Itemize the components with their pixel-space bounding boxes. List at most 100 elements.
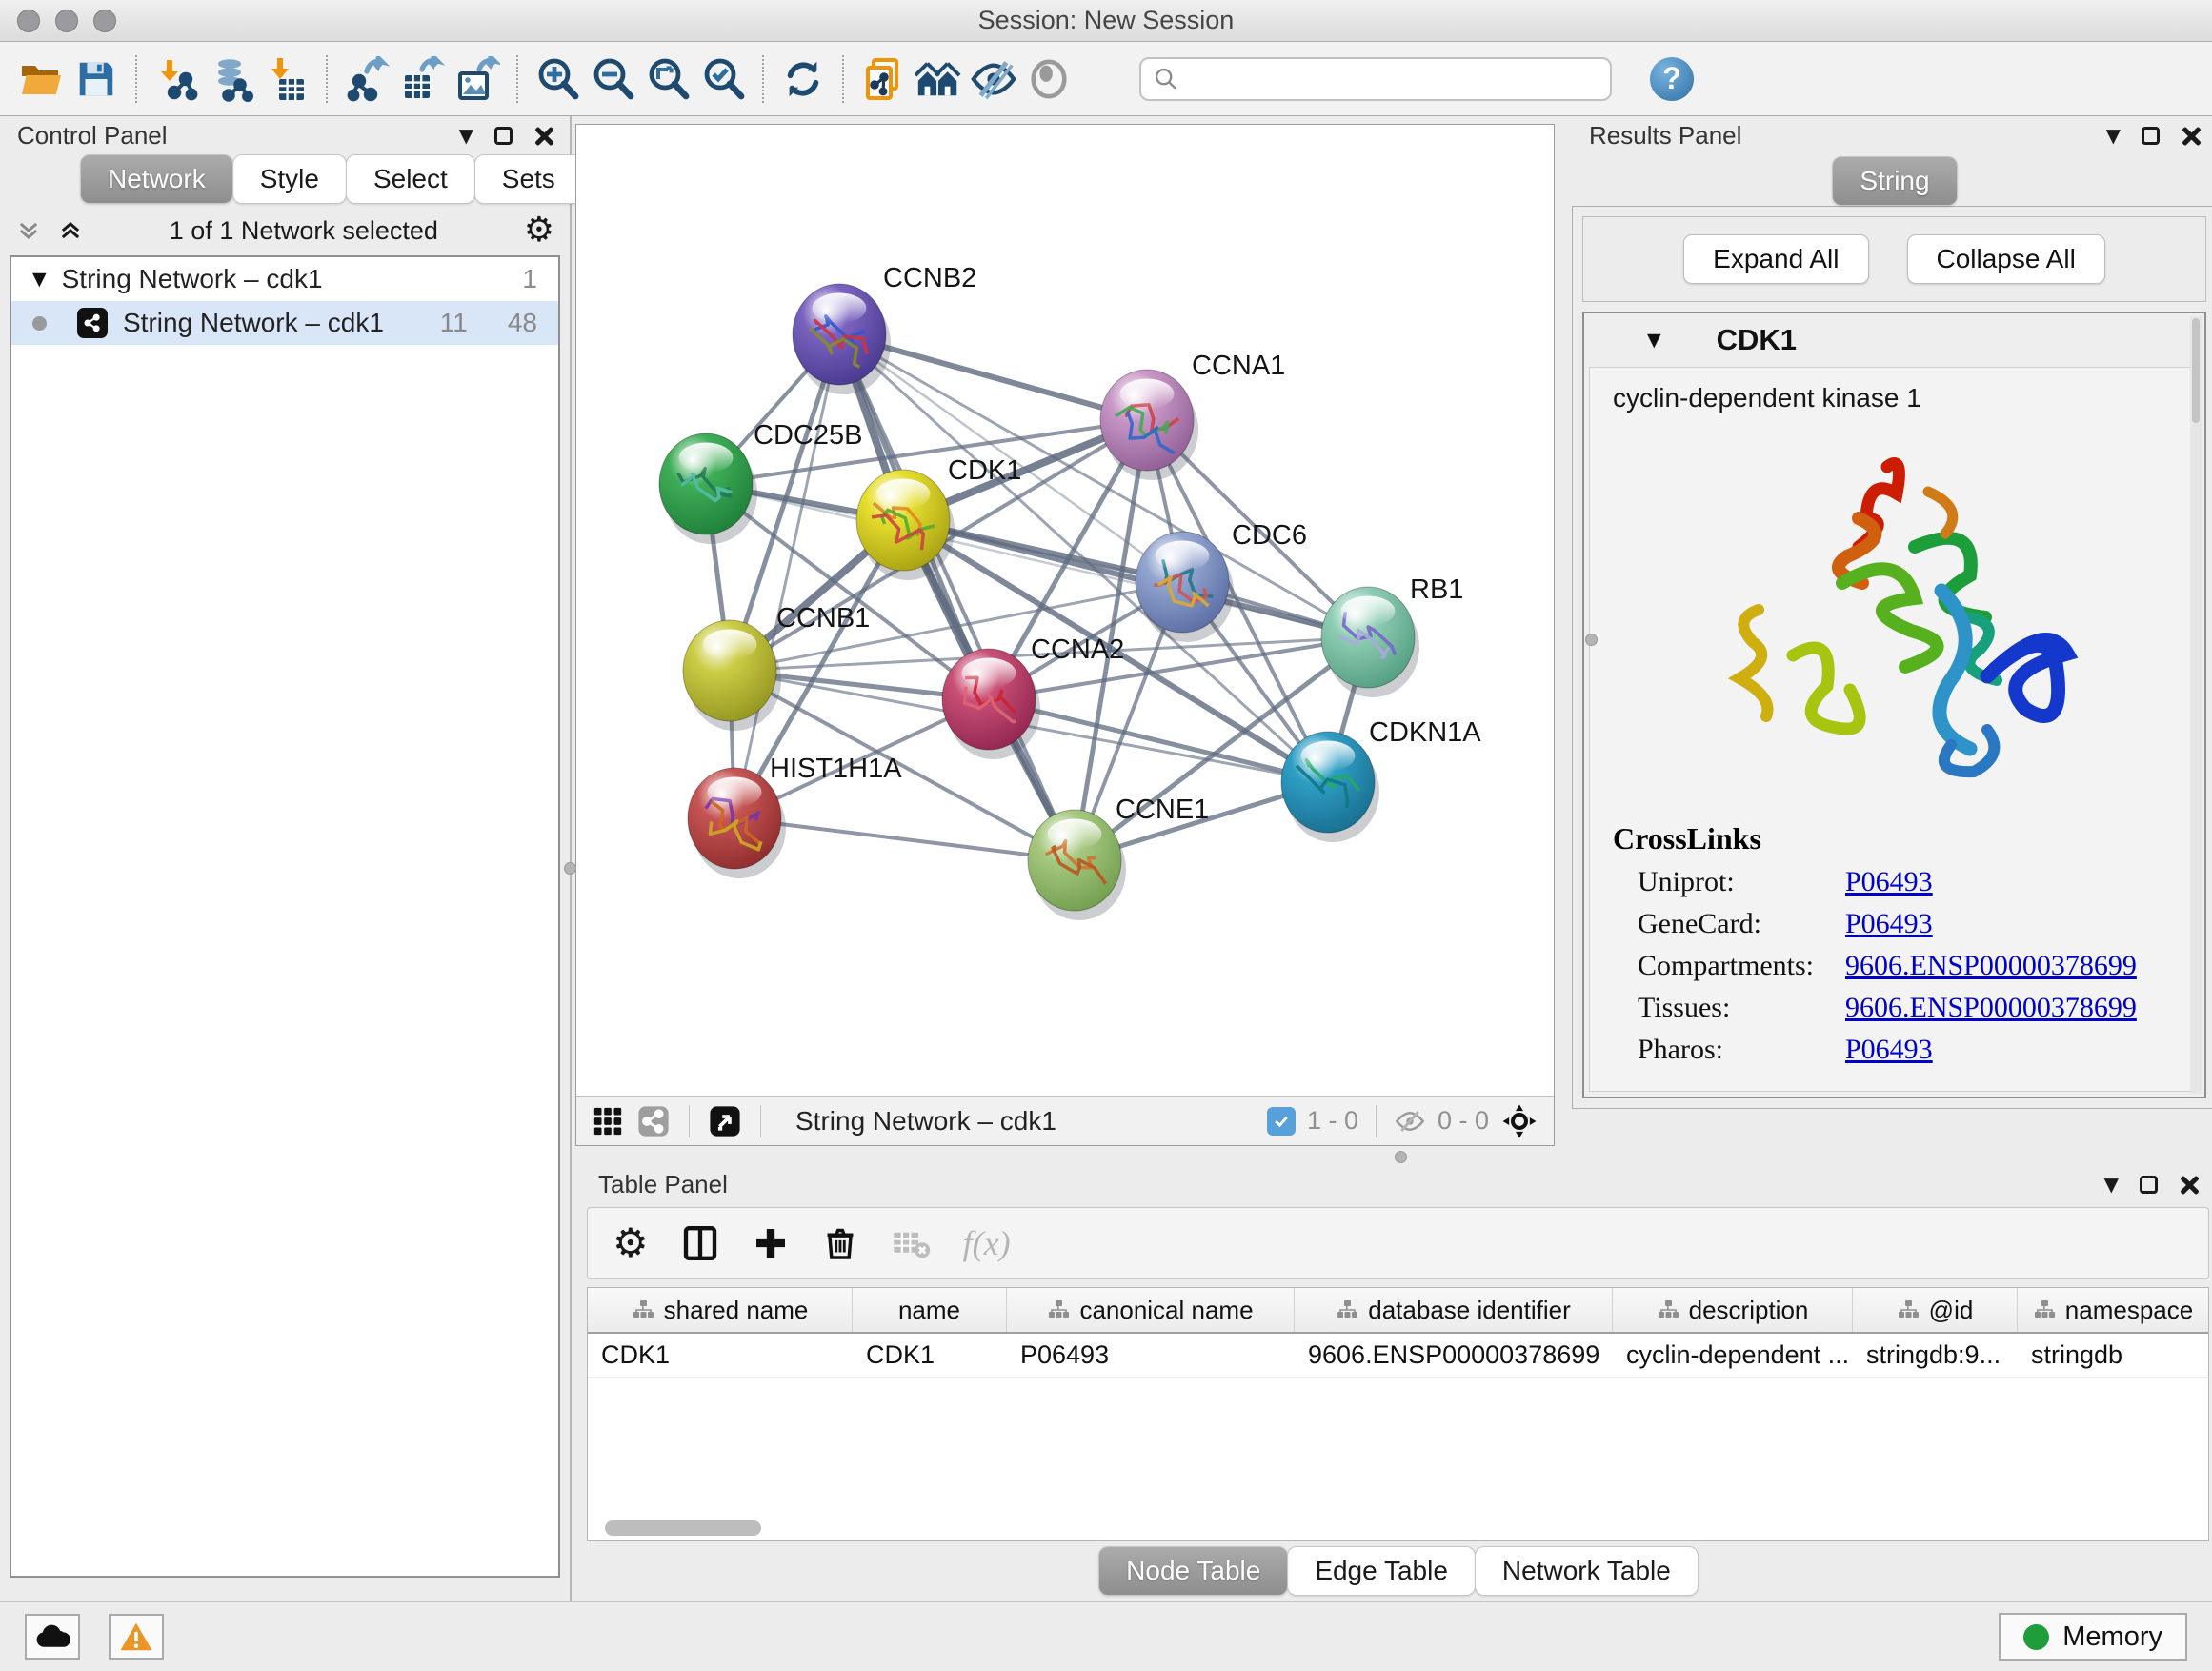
splitter-handle[interactable] xyxy=(1585,634,1598,646)
close-panel-icon[interactable] xyxy=(2181,126,2200,145)
tab-edge-table[interactable]: Edge Table xyxy=(1287,1546,1476,1596)
open-session-button[interactable] xyxy=(13,50,69,108)
toolbar-search[interactable] xyxy=(1139,57,1612,101)
float-panel-icon[interactable] xyxy=(2142,127,2160,145)
crosslink-link[interactable]: P06493 xyxy=(1845,866,1933,898)
panel-menu-icon[interactable]: ▼ xyxy=(459,124,473,147)
close-panel-icon[interactable] xyxy=(2179,1175,2198,1194)
table-options-gear-icon[interactable]: ⚙ xyxy=(613,1223,649,1263)
share-view-icon[interactable] xyxy=(637,1105,670,1137)
zoom-selected-button[interactable] xyxy=(695,50,751,108)
maximize-window-button[interactable] xyxy=(93,10,116,32)
horizontal-scrollbar[interactable] xyxy=(605,1520,761,1536)
show-all-button[interactable] xyxy=(1021,50,1076,108)
export-image-button[interactable] xyxy=(450,50,505,108)
refresh-view-button[interactable] xyxy=(775,50,831,108)
table-cell[interactable]: CDK1 xyxy=(853,1334,1007,1377)
help-button[interactable]: ? xyxy=(1650,57,1694,101)
network-view: CCNB2CCNA1CDC25BCDK1CDC6RB1CCNB1CCNA2CDK… xyxy=(575,124,1555,1146)
network-canvas[interactable]: CCNB2CCNA1CDC25BCDK1CDC6RB1CCNB1CCNA2CDK… xyxy=(576,125,1554,1096)
table-cell[interactable]: cyclin-dependent ... xyxy=(1613,1334,1853,1377)
crosslink-link[interactable]: P06493 xyxy=(1845,908,1933,940)
column-header[interactable]: namespace xyxy=(2018,1288,2208,1332)
export-table-button[interactable] xyxy=(394,50,450,108)
network-row[interactable]: String Network – cdk1 11 48 xyxy=(11,301,558,345)
float-panel-icon[interactable] xyxy=(494,127,513,145)
zoom-out-button[interactable] xyxy=(585,50,640,108)
minimize-window-button[interactable] xyxy=(55,10,78,32)
tab-select[interactable]: Select xyxy=(346,154,475,204)
show-columns-icon[interactable] xyxy=(681,1224,719,1262)
panel-menu-icon[interactable]: ▼ xyxy=(2104,1173,2119,1196)
table-cell[interactable]: stringdb xyxy=(2018,1334,2208,1377)
zoom-in-icon xyxy=(534,56,580,102)
hide-selected-button[interactable] xyxy=(966,50,1021,108)
warnings-button[interactable] xyxy=(109,1614,164,1660)
tab-network[interactable]: Network xyxy=(80,154,233,204)
import-network-file-button[interactable] xyxy=(149,50,204,108)
details-disclosure-icon[interactable]: ▼ xyxy=(1647,330,1661,351)
table-cell[interactable]: 9606.ENSP00000378699 xyxy=(1295,1334,1613,1377)
close-window-button[interactable] xyxy=(17,10,40,32)
table-cell[interactable]: CDK1 xyxy=(588,1334,853,1377)
crosslinks-title: CrossLinks xyxy=(1613,821,2199,856)
collapse-all-button[interactable]: Collapse All xyxy=(1907,234,2105,284)
birdseye-icon[interactable] xyxy=(1500,1102,1538,1140)
tab-sets[interactable]: Sets xyxy=(474,154,583,204)
tab-network-table[interactable]: Network Table xyxy=(1475,1546,1699,1596)
node-details-header[interactable]: ▼ CDK1 xyxy=(1584,313,2204,367)
grid-view-icon[interactable] xyxy=(592,1105,624,1137)
close-panel-icon[interactable] xyxy=(533,126,553,145)
delete-table-icon[interactable] xyxy=(891,1226,931,1260)
crosslink-link[interactable]: 9606.ENSP00000378699 xyxy=(1845,992,2137,1024)
splitter-handle[interactable] xyxy=(1395,1151,1407,1163)
create-column-icon[interactable] xyxy=(752,1224,790,1262)
results-scrollbar[interactable] xyxy=(2190,316,2202,1094)
import-network-database-button[interactable] xyxy=(204,50,259,108)
column-header[interactable]: description xyxy=(1613,1288,1853,1332)
table-cell[interactable]: stringdb:9... xyxy=(1853,1334,2018,1377)
first-neighbors-button[interactable] xyxy=(911,50,966,108)
refresh-icon xyxy=(781,57,825,101)
column-header[interactable]: canonical name xyxy=(1007,1288,1295,1332)
column-header[interactable]: database identifier xyxy=(1295,1288,1613,1332)
collection-count: 1 xyxy=(522,264,537,294)
crosslink-label: Tissues: xyxy=(1638,992,1845,1024)
clone-network-button[interactable] xyxy=(855,50,911,108)
collapse-all-icon[interactable] xyxy=(15,217,42,244)
zoom-fit-button[interactable] xyxy=(640,50,695,108)
panel-menu-icon[interactable]: ▼ xyxy=(2106,124,2121,147)
export-network-button[interactable] xyxy=(339,50,394,108)
collection-disclosure-icon[interactable]: ▼ xyxy=(32,269,47,290)
table-cell[interactable]: P06493 xyxy=(1007,1334,1295,1377)
float-panel-icon[interactable] xyxy=(2140,1176,2158,1194)
crosslink-link[interactable]: P06493 xyxy=(1845,1034,1933,1066)
column-header[interactable]: name xyxy=(853,1288,1007,1332)
crosslink-link[interactable]: 9606.ENSP00000378699 xyxy=(1845,950,2137,982)
expand-all-button[interactable]: Expand All xyxy=(1683,234,1868,284)
cloud-status-button[interactable] xyxy=(25,1614,80,1660)
tab-node-table[interactable]: Node Table xyxy=(1098,1546,1288,1596)
vertical-splitter[interactable] xyxy=(1555,116,1564,1148)
horizontal-splitter[interactable] xyxy=(572,1148,2212,1165)
column-header[interactable]: @id xyxy=(1853,1288,2018,1332)
memory-button[interactable]: Memory xyxy=(1999,1613,2187,1661)
save-session-button[interactable] xyxy=(69,50,124,108)
delete-column-icon[interactable] xyxy=(822,1224,858,1262)
import-table-file-button[interactable] xyxy=(259,50,314,108)
hidden-eye-icon[interactable] xyxy=(1394,1107,1426,1136)
network-graph[interactable]: CCNB2CCNA1CDC25BCDK1CDC6RB1CCNB1CCNA2CDK… xyxy=(576,125,1554,1096)
function-builder-icon[interactable]: f(x) xyxy=(963,1223,1011,1263)
tab-string[interactable]: String xyxy=(1832,156,1957,206)
network-options-gear-icon[interactable]: ⚙ xyxy=(524,213,554,248)
detach-view-icon[interactable] xyxy=(709,1105,741,1137)
network-collection-row[interactable]: ▼ String Network – cdk1 1 xyxy=(11,257,558,301)
splitter-handle[interactable] xyxy=(564,862,576,875)
table-row[interactable]: CDK1 CDK1 P06493 9606.ENSP00000378699 cy… xyxy=(588,1334,2208,1378)
expand-all-icon[interactable] xyxy=(57,217,84,244)
tab-style[interactable]: Style xyxy=(232,154,347,204)
selected-checkbox-icon[interactable] xyxy=(1267,1107,1296,1136)
zoom-in-button[interactable] xyxy=(530,50,585,108)
search-input[interactable] xyxy=(1187,64,1599,93)
column-header[interactable]: shared name xyxy=(588,1288,853,1332)
